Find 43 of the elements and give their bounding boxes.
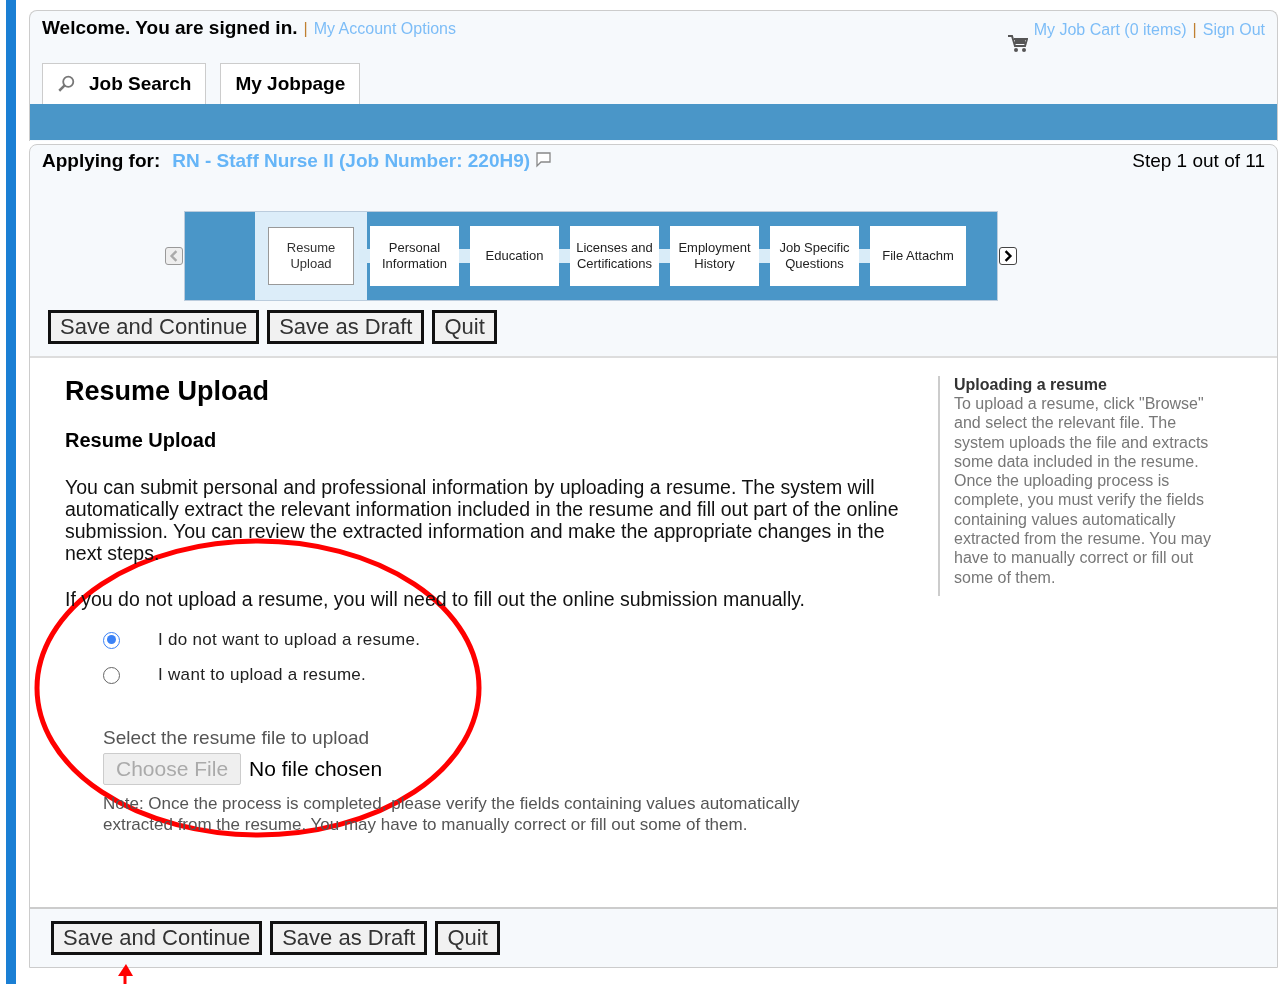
form-button[interactable]: Save as Draft [270, 921, 428, 955]
search-icon [57, 75, 75, 93]
form-button[interactable]: Save as Draft [267, 310, 425, 344]
jobpage-tab[interactable]: My Jobpage [220, 63, 361, 104]
step-item[interactable]: Licenses and Certifications [570, 226, 659, 286]
intro-paragraph: You can submit personal and professional information by uploading a resume. The system will automatically extract the relevant information included in the resume and fill out part of the online submission. You can review the extracted information and make the appropriate changes in the next steps. [65, 476, 900, 564]
help-text: To upload a resume, click "Browse" and select the relevant file. The system uploads the file and extracts some data included in the resume. Once the uploading process is complete, you must verify the fields containing values automatically extracted from the resume. You may have to manually correct or fill out some of them. [954, 394, 1212, 587]
section-title: Resume Upload [65, 429, 218, 452]
job-search-tab[interactable]: Job Search [42, 63, 207, 104]
step-item[interactable]: Job Specific Questions [770, 226, 859, 286]
step-item[interactable]: Employment History [670, 226, 759, 286]
form-button[interactable]: Quit [435, 921, 500, 955]
annotation-arrow [118, 964, 133, 984]
page-title: Resume Upload [65, 376, 271, 407]
step-item[interactable]: Resume Upload [268, 227, 354, 285]
welcome-text: Welcome. You are signed in. [42, 17, 298, 39]
separator: | [1192, 21, 1197, 39]
step-connector [559, 249, 570, 263]
step-connector [459, 249, 470, 263]
step-connector [759, 249, 770, 263]
applying-label: Applying for: [42, 150, 161, 172]
step-connector [859, 249, 870, 263]
chevron-left-icon [168, 250, 180, 262]
step-counter: Step 1 out of 11 [1132, 150, 1265, 173]
next-step-button[interactable] [999, 247, 1017, 265]
form-button[interactable]: Quit [432, 310, 497, 344]
radio-button[interactable] [103, 631, 120, 649]
chevron-right-icon [1002, 250, 1014, 262]
step-item[interactable]: File Attachm [870, 226, 966, 286]
step-item[interactable]: Education [470, 226, 559, 286]
file-label: Select the resume file to upload [103, 727, 371, 749]
separator: | [303, 20, 308, 38]
option-label: I do not want to upload a resume. [158, 630, 421, 650]
step-connector [659, 249, 670, 263]
step-item[interactable]: Personal Information [370, 226, 459, 286]
cart-icon [1007, 35, 1028, 53]
comment-icon[interactable] [534, 152, 553, 168]
form-button[interactable]: Save and Continue [51, 921, 263, 955]
help-title: Uploading a resume [954, 376, 1108, 394]
file-status: No file chosen [249, 757, 383, 781]
radio-button[interactable] [103, 666, 120, 684]
option-label: I want to upload a resume. [158, 665, 367, 685]
form-button[interactable]: Save and Continue [48, 310, 260, 344]
